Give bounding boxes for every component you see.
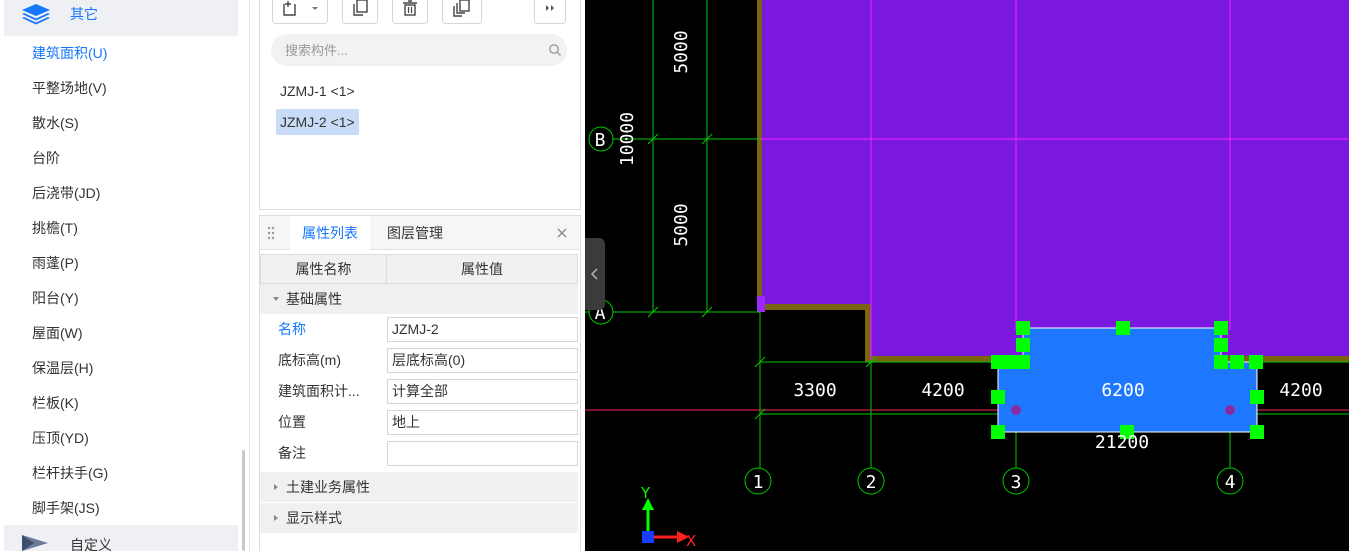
- caret-down-icon: [273, 297, 279, 301]
- property-position-label: 位置: [278, 414, 306, 430]
- search-input[interactable]: [285, 34, 525, 66]
- tree-item-post-pour-strip[interactable]: 后浇带(JD): [32, 178, 100, 208]
- column-header-value: 属性值: [461, 261, 503, 277]
- copy-to-floor-button[interactable]: [442, 0, 482, 24]
- tree-item-site-leveling[interactable]: 平整场地(V): [32, 73, 107, 103]
- dim-text-4200-b: 4200: [1279, 380, 1322, 401]
- group-display-label: 显示样式: [286, 510, 342, 526]
- copy-icon: [353, 0, 368, 16]
- caret-right-icon: [274, 515, 278, 521]
- copy-component-button[interactable]: [342, 0, 378, 24]
- more-icon: [546, 5, 554, 11]
- tree-item-parapet-board[interactable]: 栏板(K): [32, 388, 79, 418]
- component-item-jzmj-1[interactable]: JZMJ-1 <1>: [276, 78, 359, 104]
- wall-step-top: [757, 304, 869, 310]
- dim-text-5000-top: 5000: [671, 30, 692, 73]
- wall-left: [757, 0, 762, 312]
- cad-drawing-canvas[interactable]: 5000 10000 5000 3300 4200 6200 4200 2120…: [585, 0, 1349, 551]
- ucs-icon: [642, 498, 689, 543]
- tree-item-building-area[interactable]: 建筑面积(U): [32, 38, 107, 68]
- axis-label-3: 3: [1011, 472, 1022, 493]
- tree-item-insulation[interactable]: 保温层(H): [32, 353, 93, 383]
- delete-component-button[interactable]: [392, 0, 428, 24]
- group-civil-label: 土建业务属性: [286, 479, 370, 495]
- property-area-calc-value[interactable]: 计算全部: [387, 379, 578, 404]
- tree-item-apron[interactable]: 散水(S): [32, 108, 79, 138]
- new-component-button[interactable]: [272, 0, 328, 24]
- dim-text-21200: 21200: [1095, 432, 1149, 453]
- dim-text-4200-a: 4200: [921, 380, 964, 401]
- caret-right-icon: [274, 484, 278, 490]
- grid-intersection-4: [1225, 405, 1235, 415]
- axis-label-1: 1: [753, 472, 764, 493]
- chevron-left-icon: [591, 268, 598, 280]
- tab-layer-management[interactable]: 图层管理: [375, 216, 455, 250]
- column-header-name: 属性名称: [261, 255, 387, 283]
- wall-step-side: [865, 304, 871, 360]
- category-header-custom[interactable]: 自定义: [4, 525, 238, 551]
- group-civil-properties[interactable]: 土建业务属性: [260, 472, 578, 502]
- drag-handle-icon[interactable]: [266, 225, 276, 241]
- layers-icon: [22, 4, 50, 25]
- tree-item-balcony[interactable]: 阳台(Y): [32, 283, 79, 313]
- tree-item-railing[interactable]: 栏杆扶手(G): [32, 458, 108, 488]
- more-tools-button[interactable]: [534, 0, 566, 24]
- property-row-area-calc: 建筑面积计... 计算全部: [260, 376, 578, 407]
- dim-text-3300: 3300: [793, 380, 836, 401]
- cad-drawing[interactable]: 5000 10000 5000 3300 4200 6200 4200 2120…: [585, 0, 1349, 551]
- property-row-remark: 备注: [260, 438, 578, 469]
- search-icon[interactable]: [548, 43, 562, 57]
- category-header-custom-label: 自定义: [70, 537, 112, 551]
- new-icon: [283, 1, 296, 16]
- category-header-other[interactable]: 其它: [4, 0, 238, 36]
- property-position-value[interactable]: 地上: [387, 410, 578, 435]
- dim-text-6200: 6200: [1101, 380, 1144, 401]
- tree-item-eave[interactable]: 挑檐(T): [32, 213, 78, 243]
- building-slab-upper[interactable]: [760, 0, 1349, 307]
- property-row-base-elevation: 底标高(m) 层底标高(0): [260, 345, 578, 376]
- property-table-header: 属性名称 属性值: [260, 254, 578, 284]
- slab-corner: [757, 296, 765, 312]
- grid-intersection-3: [1011, 405, 1021, 415]
- delete-icon: [403, 0, 417, 16]
- property-row-name: 名称 JZMJ-2: [260, 314, 578, 345]
- tree-item-scaffold[interactable]: 脚手架(JS): [32, 493, 100, 523]
- category-header-label: 其它: [70, 6, 98, 22]
- component-item-jzmj-2[interactable]: JZMJ-2 <1>: [276, 109, 359, 135]
- ucs-y-label: Y: [640, 484, 651, 502]
- dim-text-5000-bottom: 5000: [671, 203, 692, 246]
- property-remark-value[interactable]: [387, 441, 578, 466]
- property-panel: 属性列表 图层管理 属性名称 属性值 基础属性 名称 JZMJ-2 底标高(m)…: [259, 215, 581, 551]
- axis-label-2: 2: [866, 472, 877, 493]
- property-base-elevation-label: 底标高(m): [278, 352, 341, 368]
- axis-label-4: 4: [1225, 472, 1236, 493]
- tree-item-coping[interactable]: 压顶(YD): [32, 423, 89, 453]
- axis-label-b: B: [595, 130, 606, 151]
- custom-icon: [22, 535, 48, 551]
- copy-to-floor-icon: [453, 0, 470, 17]
- property-area-calc-label: 建筑面积计...: [278, 383, 360, 399]
- panel-collapse-button[interactable]: [585, 238, 605, 310]
- ucs-x-label: X: [686, 532, 696, 550]
- close-icon[interactable]: [555, 226, 569, 240]
- property-remark-label: 备注: [278, 445, 306, 461]
- group-basic-label: 基础属性: [286, 291, 342, 307]
- property-row-position: 位置 地上: [260, 407, 578, 438]
- property-tabbar: 属性列表 图层管理: [260, 216, 580, 250]
- category-tree-panel: 其它 建筑面积(U) 平整场地(V) 散水(S) 台阶 后浇带(JD) 挑檐(T…: [0, 0, 250, 551]
- tree-item-canopy[interactable]: 雨蓬(P): [32, 248, 79, 278]
- dim-text-10000: 10000: [617, 112, 638, 166]
- tree-item-roof[interactable]: 屋面(W): [32, 318, 83, 348]
- dropdown-arrow-icon: [312, 7, 318, 10]
- tab-property-list[interactable]: 属性列表: [290, 216, 370, 250]
- property-name-value[interactable]: JZMJ-2: [387, 317, 578, 342]
- component-list-panel: JZMJ-1 <1> JZMJ-2 <1>: [259, 0, 581, 210]
- group-display-style[interactable]: 显示样式: [260, 503, 578, 533]
- tree-item-steps[interactable]: 台阶: [32, 143, 60, 173]
- property-name-label: 名称: [278, 321, 306, 337]
- group-basic-properties[interactable]: 基础属性: [260, 284, 578, 314]
- tree-scrollbar[interactable]: [242, 450, 245, 551]
- property-base-elevation-value[interactable]: 层底标高(0): [387, 348, 578, 373]
- search-box: [271, 34, 567, 66]
